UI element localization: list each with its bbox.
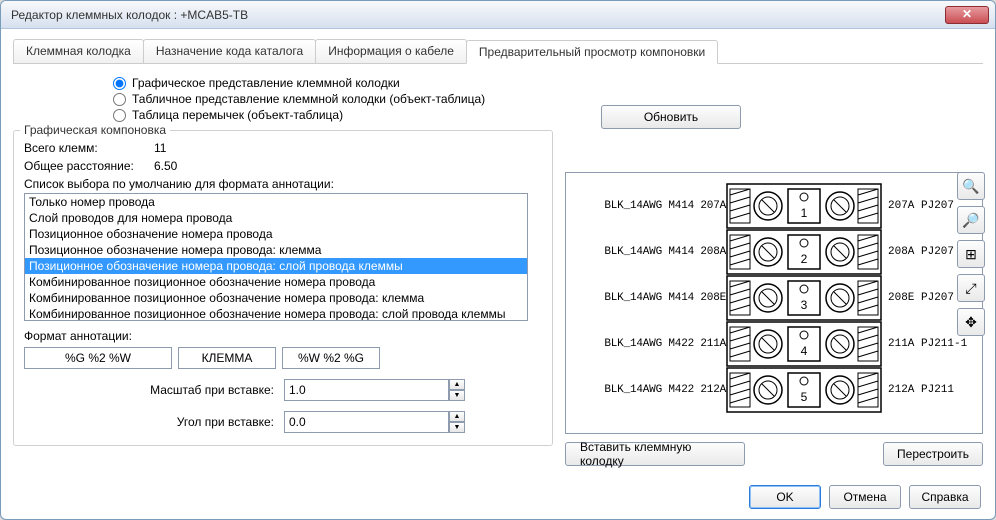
window-frame: Редактор клеммных колодок : +MCAB5-TB ✕ … [0, 0, 996, 520]
total-distance-value: 6.50 [154, 159, 177, 173]
terminal-graphic-icon: 2 [726, 229, 882, 275]
radio-graphic-input[interactable] [113, 77, 126, 90]
zoom-in-button[interactable]: 🔍 [957, 172, 985, 200]
listbox-item[interactable]: Только номер провода [25, 194, 527, 210]
radio-table[interactable]: Табличное представление клеммной колодки… [113, 92, 983, 106]
angle-spinner[interactable]: ▲ ▼ [284, 411, 424, 433]
zoom-window-button[interactable]: ⊞ [957, 240, 985, 268]
scale-spinner[interactable]: ▲ ▼ [284, 379, 424, 401]
terminal-row: BLK_14AWG M414 208A2208A PJ207 [572, 229, 976, 275]
radio-graphic[interactable]: Графическое представление клеммной колод… [113, 76, 983, 90]
radio-graphic-label: Графическое представление клеммной колод… [132, 76, 400, 90]
insert-terminal-button[interactable]: Вставить клеммную колодку [565, 442, 745, 466]
tabstrip: Клеммная колодка Назначение кода каталог… [13, 39, 983, 64]
view-radio-group: Графическое представление клеммной колод… [13, 76, 983, 124]
preview-inner: BLK_14AWG M414 207A1207A PJ207BLK_14AWG … [572, 183, 976, 413]
terminal-row: BLK_14AWG M414 208E3208E PJ207 [572, 275, 976, 321]
scale-row: Масштаб при вставке: ▲ ▼ [24, 379, 542, 401]
annotation-right-box[interactable]: %W %2 %G [282, 347, 380, 369]
terminal-graphic-icon: 1 [726, 183, 882, 229]
annotation-format-row: %G %2 %W КЛЕММА %W %2 %G [24, 347, 542, 369]
preview-bottom-row: Вставить клеммную колодку Перестроить [565, 442, 983, 466]
annotation-format-label: Формат аннотации: [24, 329, 542, 343]
radio-jumper[interactable]: Таблица перемычек (объект-таблица) [113, 108, 983, 122]
listbox-item[interactable]: Позиционное обозначение номера провода [25, 226, 527, 242]
total-terminals-value: 11 [154, 141, 166, 155]
cancel-button[interactable]: Отмена [829, 485, 901, 509]
terminal-row: BLK_14AWG M422 212A 5 212A PJ211 [572, 367, 976, 413]
zoom-extents-button[interactable]: ⤢ [957, 274, 985, 302]
left-column: Графическая компоновка Всего клемм: 11 О… [13, 130, 553, 446]
terminal-row: BLK_14AWG M414 207A1207A PJ207 [572, 183, 976, 229]
tab-layout-preview[interactable]: Предварительный просмотр компоновки [466, 40, 718, 64]
tab-terminal-strip[interactable]: Клеммная колодка [13, 39, 144, 63]
angle-up-button[interactable]: ▲ [449, 411, 465, 422]
content-row: Графическая компоновка Всего клемм: 11 О… [13, 130, 983, 509]
terminal-right-text: 211A PJ211-1 [882, 338, 976, 350]
preview-box[interactable]: BLK_14AWG M414 207A1207A PJ207BLK_14AWG … [565, 172, 983, 434]
zoom-toolbar: 🔍 🔎 ⊞ ⤢ ✥ [957, 172, 985, 336]
dialog-buttons: OK Отмена Справка [749, 485, 981, 509]
radio-jumper-input[interactable] [113, 109, 126, 122]
scale-down-button[interactable]: ▼ [449, 390, 465, 401]
angle-down-button[interactable]: ▼ [449, 422, 465, 433]
terminal-graphic-icon: 3 [726, 275, 882, 321]
window-body: Клеммная колодка Назначение кода каталог… [1, 29, 995, 519]
fieldset-legend: Графическая компоновка [20, 123, 170, 137]
annotation-center-box[interactable]: КЛЕММА [178, 347, 276, 369]
close-button[interactable]: ✕ [945, 6, 989, 24]
update-button[interactable]: Обновить [601, 105, 741, 129]
scale-label: Масштаб при вставке: [24, 383, 284, 397]
rebuild-button[interactable]: Перестроить [883, 442, 983, 466]
tab-catalog-code[interactable]: Назначение кода каталога [143, 39, 316, 63]
terminal-left-text: BLK_14AWG M422 212A [572, 384, 726, 396]
help-button[interactable]: Справка [909, 485, 981, 509]
terminal-graphic-icon: 4 [726, 321, 882, 367]
terminal-left-text: BLK_14AWG M414 208A [572, 246, 726, 258]
terminal-row: BLK_14AWG M422 211A 4 211A PJ211-1 [572, 321, 976, 367]
svg-text:5: 5 [801, 390, 808, 404]
annotation-format-listbox[interactable]: Только номер проводаСлой проводов для но… [24, 193, 528, 321]
total-distance-label: Общее расстояние: [24, 159, 154, 173]
ok-button[interactable]: OK [749, 485, 821, 509]
listbox-item[interactable]: Позиционное обозначение номера провода: … [25, 242, 527, 258]
annotation-left-box[interactable]: %G %2 %W [24, 347, 172, 369]
svg-text:2: 2 [801, 252, 808, 266]
radio-table-label: Табличное представление клеммной колодки… [132, 92, 485, 106]
terminal-left-text: BLK_14AWG M414 207A [572, 200, 726, 212]
right-column: BLK_14AWG M414 207A1207A PJ207BLK_14AWG … [565, 130, 983, 466]
listbox-item[interactable]: Комбинированное позиционное обозначение … [25, 306, 527, 321]
terminal-left-text: BLK_14AWG M422 211A [572, 338, 726, 350]
listbox-item[interactable]: Позиционное обозначение номера провода: … [25, 258, 527, 274]
radio-jumper-label: Таблица перемычек (объект-таблица) [132, 108, 343, 122]
listbox-label: Список выбора по умолчанию для формата а… [24, 177, 542, 191]
scale-up-button[interactable]: ▲ [449, 379, 465, 390]
terminal-left-text: BLK_14AWG M414 208E [572, 292, 726, 304]
graphic-layout-fieldset: Графическая компоновка Всего клемм: 11 О… [13, 130, 553, 446]
listbox-item[interactable]: Комбинированное позиционное обозначение … [25, 290, 527, 306]
listbox-item[interactable]: Комбинированное позиционное обозначение … [25, 274, 527, 290]
svg-text:3: 3 [801, 298, 808, 312]
titlebar: Редактор клеммных колодок : +MCAB5-TB ✕ [1, 1, 995, 29]
zoom-out-button[interactable]: 🔎 [957, 206, 985, 234]
total-distance-row: Общее расстояние: 6.50 [24, 159, 542, 173]
pan-button[interactable]: ✥ [957, 308, 985, 336]
svg-text:4: 4 [801, 344, 808, 358]
angle-label: Угол при вставке: [24, 415, 284, 429]
tab-cable-info[interactable]: Информация о кабеле [315, 39, 467, 63]
total-terminals-row: Всего клемм: 11 [24, 141, 542, 155]
angle-row: Угол при вставке: ▲ ▼ [24, 411, 542, 433]
total-terminals-label: Всего клемм: [24, 141, 154, 155]
terminal-graphic-icon: 5 [726, 367, 882, 413]
radio-table-input[interactable] [113, 93, 126, 106]
window-title: Редактор клеммных колодок : +MCAB5-TB [7, 8, 945, 22]
angle-input[interactable] [284, 411, 449, 433]
terminal-right-text: 212A PJ211 [882, 384, 976, 396]
listbox-item[interactable]: Слой проводов для номера провода [25, 210, 527, 226]
svg-text:1: 1 [801, 206, 808, 220]
scale-input[interactable] [284, 379, 449, 401]
